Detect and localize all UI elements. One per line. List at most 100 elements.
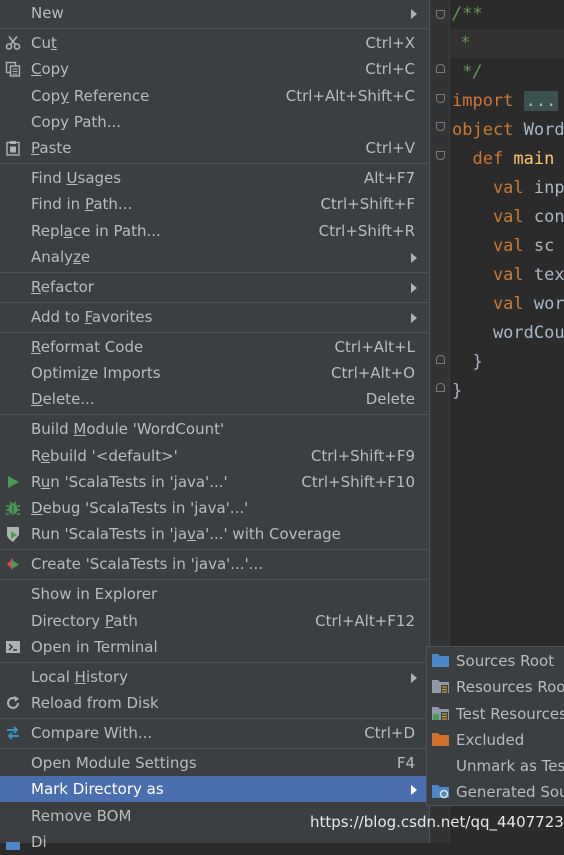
code-line: val wor (452, 290, 564, 319)
menu-item-compare-with[interactable]: Compare With... Ctrl+D (0, 720, 429, 746)
menu-item-local-history[interactable]: Local History (0, 664, 429, 690)
code-token: } (452, 381, 463, 401)
menu-item-label: Directory Path (31, 612, 138, 630)
submenu-item-sources-root[interactable]: Sources Root (427, 648, 564, 674)
fold-marker-icon[interactable] (436, 383, 445, 392)
menu-item-open-in-terminal[interactable]: Open in Terminal (0, 634, 429, 660)
menu-item-label: Rebuild '<default>' (31, 447, 178, 465)
code-line: * (450, 29, 564, 58)
menu-item-mark-directory-as[interactable]: Mark Directory as (0, 776, 429, 802)
compare-icon (5, 725, 21, 741)
code-token: */ (452, 62, 483, 82)
menu-item-reformat-code[interactable]: Reformat Code Ctrl+Alt+L (0, 334, 429, 360)
menu-item-show-in-explorer[interactable]: Show in Explorer (0, 581, 429, 607)
menu-item-label: Create 'ScalaTests in 'java'...'... (31, 555, 264, 573)
submenu-item-label: Generated Sou (456, 783, 564, 801)
code-token: tex (533, 265, 564, 285)
submenu-item-label: Sources Root (456, 652, 555, 670)
menu-item-label: Open Module Settings (31, 754, 197, 772)
menu-separator (0, 414, 429, 415)
menu-item-new[interactable]: New (0, 0, 429, 26)
menu-item-label: Show in Explorer (31, 585, 158, 603)
submenu-item-label: Unmark as Test (456, 757, 564, 775)
menu-item-replace-in-path[interactable]: Replace in Path... Ctrl+Shift+R (0, 218, 429, 244)
menu-item-cut[interactable]: Cut Ctrl+X (0, 30, 429, 56)
menu-item-label: Build Module 'WordCount' (31, 420, 225, 438)
code-token: val (452, 294, 534, 314)
menu-item-analyze[interactable]: Analyze (0, 244, 429, 270)
code-token: val (452, 236, 534, 256)
code-line: } (452, 348, 564, 377)
folded-code-block[interactable]: ... (523, 91, 559, 111)
menu-item-shortcut: Alt+F7 (363, 169, 415, 187)
submenu-item-test-resources[interactable]: Test Resources (427, 701, 564, 727)
menu-item-build-module-wordcount[interactable]: Build Module 'WordCount' (0, 416, 429, 442)
menu-item-label: Copy Reference (31, 87, 150, 105)
menu-item-add-to-favorites[interactable]: Add to Favorites (0, 304, 429, 330)
code-token: sc (533, 236, 555, 256)
menu-separator (0, 332, 429, 333)
menu-separator (0, 718, 429, 719)
code-line: def main (452, 145, 564, 174)
submenu-arrow-icon (411, 9, 417, 19)
menu-item-copy[interactable]: Copy Ctrl+C (0, 56, 429, 82)
menu-item-find-usages[interactable]: Find Usages Alt+F7 (0, 165, 429, 191)
submenu-item-unmark-as-test[interactable]: Unmark as Test (427, 753, 564, 779)
fold-marker-icon[interactable] (436, 151, 445, 160)
menu-item-copy-reference[interactable]: Copy Reference Ctrl+Alt+Shift+C (0, 83, 429, 109)
menu-item-directory-path[interactable]: Directory Path Ctrl+Alt+F12 (0, 608, 429, 634)
menu-item-debug-scalatests-in-java[interactable]: Debug 'ScalaTests in 'java'...' (0, 495, 429, 521)
fold-marker-icon[interactable] (436, 122, 445, 131)
menu-item-label: Refactor (31, 278, 94, 296)
menu-item-refactor[interactable]: Refactor (0, 274, 429, 300)
code-token: con (533, 207, 564, 227)
menu-item-label: Cut (31, 34, 57, 52)
menu-separator (0, 748, 429, 749)
menu-item-label: Debug 'ScalaTests in 'java'...' (31, 499, 249, 517)
menu-item-copy-path[interactable]: Copy Path... (0, 109, 429, 135)
menu-item-create-scalatests-in-java[interactable]: Create 'ScalaTests in 'java'...'... (0, 551, 429, 577)
diagram-icon (5, 834, 21, 850)
code-token: wor (533, 294, 564, 314)
submenu-arrow-icon (411, 253, 417, 263)
submenu-item-excluded[interactable]: Excluded (427, 727, 564, 753)
menu-item-open-module-settings[interactable]: Open Module Settings F4 (0, 750, 429, 776)
menu-item-reload-from-disk[interactable]: Reload from Disk (0, 690, 429, 716)
code-token: Word (523, 120, 564, 140)
resources-root-icon (432, 679, 449, 694)
menu-item-run-scalatests-in-java-with-coverage[interactable]: Run 'ScalaTests in 'java'...' with Cover… (0, 521, 429, 547)
code-line: val tex (452, 261, 564, 290)
generated-sources-icon (432, 784, 449, 799)
code-token: main (513, 149, 555, 169)
menu-item-shortcut: Ctrl+D (364, 724, 415, 742)
menu-item-delete[interactable]: Delete... Delete (0, 386, 429, 412)
fold-marker-icon[interactable] (436, 355, 445, 364)
mark-directory-submenu: Sources Root Resources Roo Test Resources E… (426, 646, 564, 806)
menu-item-find-in-path[interactable]: Find in Path... Ctrl+Shift+F (0, 191, 429, 217)
menu-item-run-scalatests-in-java[interactable]: Run 'ScalaTests in 'java'...' Ctrl+Shift+… (0, 469, 429, 495)
code-line: wordCou (452, 319, 564, 348)
code-token: object (452, 120, 524, 140)
fold-marker-icon[interactable] (436, 94, 445, 103)
menu-item-shortcut: Ctrl+Shift+R (318, 222, 415, 240)
menu-item-label: Local History (31, 668, 129, 686)
fold-marker-icon[interactable] (436, 64, 445, 73)
menu-item-shortcut: Ctrl+Alt+Shift+C (285, 87, 415, 105)
submenu-item-resources-roo[interactable]: Resources Roo (427, 674, 564, 700)
submenu-item-label: Excluded (456, 731, 525, 749)
menu-separator (0, 579, 429, 580)
menu-item-optimize-imports[interactable]: Optimize Imports Ctrl+Alt+O (0, 360, 429, 386)
menu-item-paste[interactable]: Paste Ctrl+V (0, 135, 429, 161)
menu-item-label: Mark Directory as (31, 780, 164, 798)
test-resources-icon (432, 706, 449, 721)
menu-item-shortcut: Delete (365, 390, 415, 408)
menu-item-di[interactable]: Di (0, 829, 429, 855)
menu-item-label: Run 'ScalaTests in 'java'...' with Cover… (31, 525, 341, 543)
menu-item-label: Analyze (31, 248, 91, 266)
fold-marker-icon[interactable] (436, 10, 445, 19)
menu-item-rebuild-default[interactable]: Rebuild '<default>' Ctrl+Shift+F9 (0, 443, 429, 469)
menu-item-shortcut: Ctrl+X (365, 34, 415, 52)
submenu-item-generated-sou[interactable]: Generated Sou (427, 779, 564, 805)
terminal-icon (5, 639, 21, 655)
menu-item-shortcut: Ctrl+Alt+L (334, 338, 416, 356)
